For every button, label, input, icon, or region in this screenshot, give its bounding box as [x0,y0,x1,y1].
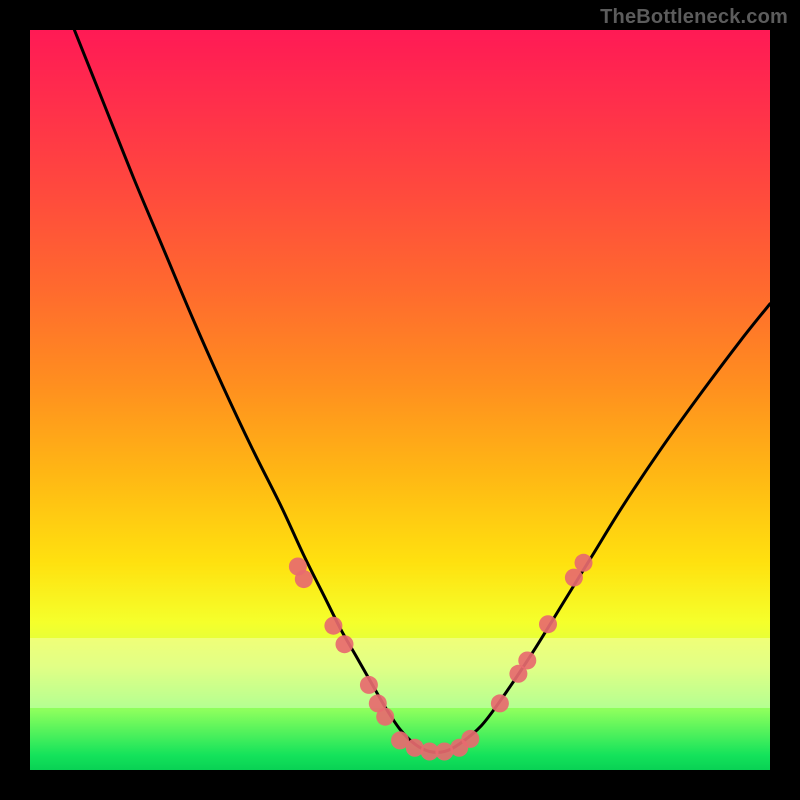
data-marker [324,617,342,635]
data-marker [421,743,439,761]
data-marker [369,694,387,712]
data-marker [518,651,536,669]
marker-group [289,554,593,761]
data-marker [461,730,479,748]
data-marker [509,665,527,683]
data-marker [336,635,354,653]
watermark-text: TheBottleneck.com [600,6,788,29]
data-marker [289,558,307,576]
data-marker [491,694,509,712]
data-marker [376,708,394,726]
data-marker [295,570,313,588]
data-marker [450,739,468,757]
data-marker [575,554,593,572]
plot-area [30,30,770,770]
data-marker [360,676,378,694]
highlight-band [30,638,770,708]
curve-layer [30,30,770,770]
data-marker [565,569,583,587]
data-marker [391,731,409,749]
data-marker [539,615,557,633]
data-marker [435,743,453,761]
data-marker [406,739,424,757]
chart-frame: TheBottleneck.com [0,0,800,800]
bottleneck-curve-path [74,30,770,752]
